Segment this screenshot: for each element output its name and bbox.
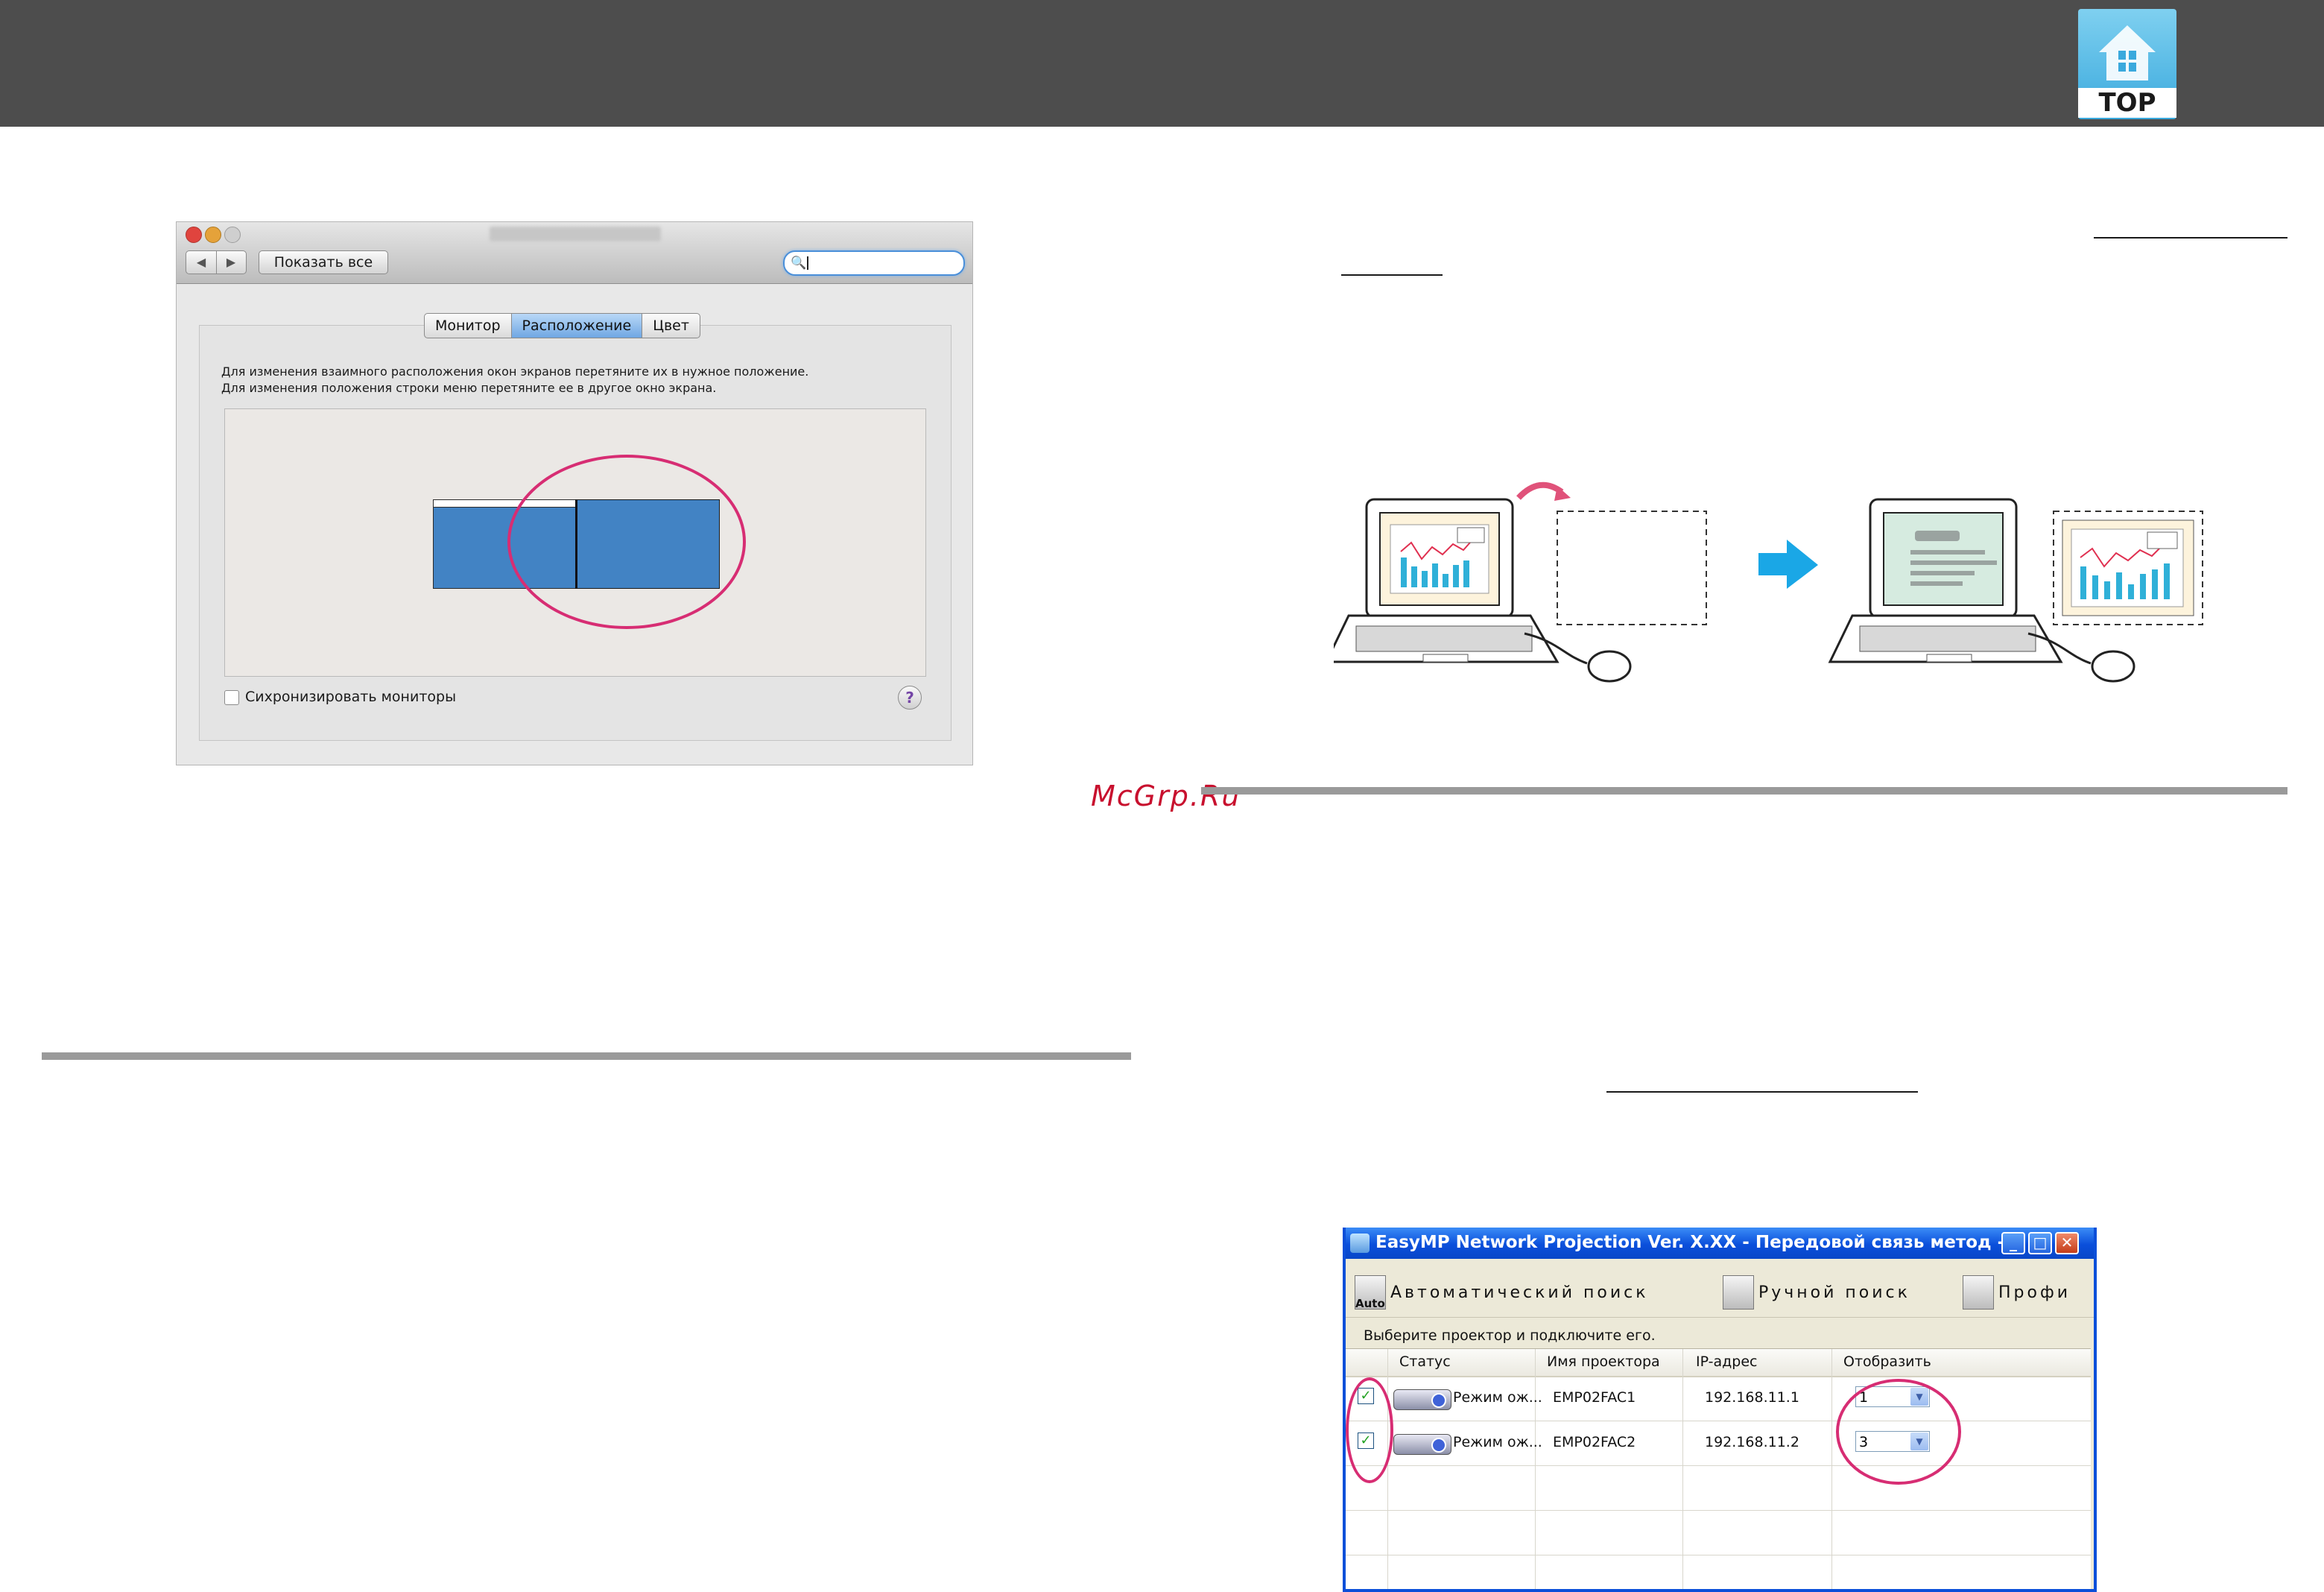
app-icon	[1350, 1234, 1370, 1253]
right-arrow-icon	[1758, 540, 1818, 589]
text-caret	[807, 256, 808, 270]
easymp-window: EasyMP Network Projection Ver. X.XX - Пе…	[1343, 1228, 2097, 1592]
auto-search-icon: Auto	[1355, 1275, 1386, 1310]
projector-list: Статус Имя проектора IP-адрес Отобразить…	[1346, 1348, 2091, 1589]
empty-extended-screen	[1557, 511, 1707, 625]
table-row[interactable]: ✓ Режим ож... EMP02FAC1 192.168.11.1 1 ▼	[1346, 1376, 2091, 1421]
tab-bar: Монитор Расположение Цвет	[424, 313, 700, 338]
row-separator	[1346, 1465, 2091, 1466]
tab-arrangement[interactable]: Расположение	[511, 314, 643, 338]
manual-search-label: Ручной поиск	[1758, 1283, 1910, 1302]
instruction-line: Для изменения положения строки меню пере…	[221, 381, 717, 395]
navigation-segment: ◀ ▶	[186, 250, 247, 274]
auto-search-label: Автоматический поиск	[1390, 1283, 1649, 1302]
show-all-button[interactable]: Показать все	[259, 250, 388, 274]
manual-search-button[interactable]: Ручной поиск	[1723, 1275, 1910, 1310]
row-separator	[1346, 1510, 2091, 1511]
projector-name-cell: EMP02FAC1	[1553, 1389, 1636, 1406]
profile-icon	[1963, 1275, 1994, 1310]
projector-icon	[1393, 1389, 1451, 1410]
ip-address-cell: 192.168.11.1	[1705, 1389, 1799, 1406]
profile-button[interactable]: Профи	[1963, 1275, 2071, 1310]
laptop-before-icon	[1334, 498, 1632, 683]
highlight-ellipse	[507, 455, 746, 629]
column-header-status[interactable]: Статус	[1399, 1353, 1451, 1370]
column-header-projector-name[interactable]: Имя проектора	[1547, 1353, 1660, 1370]
link-underline[interactable]	[2094, 237, 2287, 239]
select-projector-prompt: Выберите проектор и подключите его.	[1364, 1327, 1656, 1344]
profile-label: Профи	[1998, 1283, 2071, 1302]
extended-desktop-illustration	[1334, 481, 2203, 683]
section-divider	[1201, 787, 2287, 795]
top-button-label: TOP	[2078, 88, 2176, 118]
window-title-blurred	[490, 227, 661, 241]
close-button[interactable]: ✕	[2055, 1232, 2079, 1254]
status-cell: Режим ож...	[1453, 1389, 1542, 1406]
projector-name-cell: EMP02FAC2	[1553, 1434, 1636, 1450]
auto-search-button[interactable]: Auto Автоматический поиск	[1355, 1275, 1649, 1310]
help-button[interactable]: ?	[898, 686, 922, 710]
window-titlebar: ◀ ▶ Показать все 🔍	[177, 222, 972, 284]
forward-arrow-icon[interactable]: ▶	[216, 251, 246, 274]
list-header: Статус Имя проектора IP-адрес Отобразить	[1346, 1349, 2091, 1377]
projector-icon	[1393, 1434, 1451, 1455]
highlight-ellipse	[1346, 1377, 1393, 1483]
link-underline[interactable]	[1341, 274, 1443, 276]
column-header-ip-address[interactable]: IP-адрес	[1696, 1353, 1757, 1370]
window-titlebar: EasyMP Network Projection Ver. X.XX - Пе…	[1346, 1228, 2094, 1259]
table-row[interactable]: ✓ Режим ож... EMP02FAC2 192.168.11.2 3 ▼	[1346, 1421, 2091, 1465]
link-underline[interactable]	[1606, 1091, 1918, 1093]
tab-color[interactable]: Цвет	[642, 314, 700, 338]
search-icon: 🔍	[791, 256, 807, 271]
highlight-ellipse	[1836, 1379, 1961, 1485]
toolbar: Auto Автоматический поиск Ручной поиск П…	[1346, 1259, 2094, 1318]
arrangement-instructions: Для изменения взаимного расположения око…	[221, 364, 922, 397]
zoom-window-button[interactable]	[224, 227, 241, 243]
home-icon	[2099, 25, 2156, 80]
window-title: EasyMP Network Projection Ver. X.XX - Пе…	[1375, 1233, 2005, 1252]
mirror-displays-checkbox[interactable]	[224, 690, 239, 705]
manual-search-icon	[1723, 1275, 1754, 1310]
minimize-button[interactable]: _	[2001, 1232, 2025, 1254]
maximize-button[interactable]: □	[2028, 1232, 2052, 1254]
close-window-button[interactable]	[186, 227, 202, 243]
mirror-displays-label: Сихронизировать мониторы	[245, 689, 457, 705]
column-header-display[interactable]: Отобразить	[1843, 1353, 1931, 1370]
status-cell: Режим ож...	[1453, 1434, 1542, 1450]
auto-icon-text: Auto	[1355, 1297, 1385, 1310]
extended-screen-with-chart	[2053, 511, 2203, 625]
instruction-line: Для изменения взаимного расположения око…	[221, 364, 809, 379]
page-header-bar	[0, 0, 2324, 127]
top-button[interactable]: TOP	[2078, 9, 2176, 119]
section-divider	[42, 1052, 1131, 1060]
minimize-window-button[interactable]	[205, 227, 221, 243]
search-input[interactable]: 🔍	[783, 250, 965, 276]
watermark: McGrp.Ru	[1091, 780, 1241, 812]
ip-address-cell: 192.168.11.2	[1705, 1434, 1799, 1450]
mac-display-preferences-window: ◀ ▶ Показать все 🔍 Монитор Расположение …	[176, 221, 973, 765]
tab-monitor[interactable]: Монитор	[425, 314, 512, 338]
back-arrow-icon[interactable]: ◀	[186, 251, 217, 274]
